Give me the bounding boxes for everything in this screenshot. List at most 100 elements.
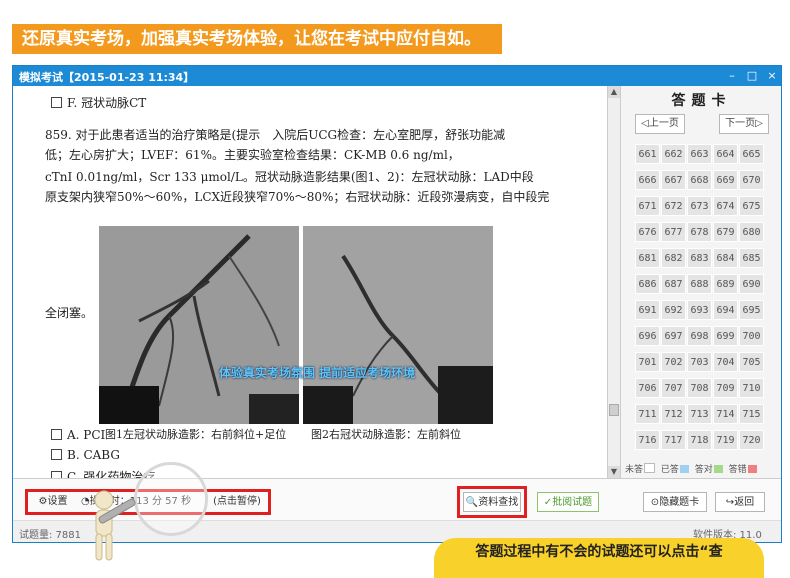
answer-cell[interactable]: 673 bbox=[687, 196, 712, 216]
answer-cell[interactable]: 695 bbox=[739, 300, 764, 320]
circle-dot-icon: ⊙ bbox=[650, 497, 660, 508]
minimize-button[interactable]: – bbox=[723, 68, 741, 84]
option-f[interactable]: F. 冠状动脉CT bbox=[51, 94, 146, 111]
question-panel: F. 冠状动脉CT 859. 对于此患者适当的治疗策略是(提示 入院后UCG检查… bbox=[13, 86, 607, 478]
answer-cell[interactable]: 707 bbox=[661, 378, 686, 398]
answer-cell[interactable]: 689 bbox=[713, 274, 738, 294]
answer-cell[interactable]: 697 bbox=[661, 326, 686, 346]
answer-cell[interactable]: 690 bbox=[739, 274, 764, 294]
answer-cell[interactable]: 701 bbox=[635, 352, 660, 372]
close-button[interactable]: × bbox=[763, 68, 781, 84]
answer-cell[interactable]: 702 bbox=[661, 352, 686, 372]
answer-cell[interactable]: 682 bbox=[661, 248, 686, 268]
answer-cell[interactable]: 706 bbox=[635, 378, 660, 398]
answer-cell[interactable]: 681 bbox=[635, 248, 660, 268]
answer-cell[interactable]: 680 bbox=[739, 222, 764, 242]
watermark-text: 体验真实考场氛围 提前适应考场环境 bbox=[219, 366, 416, 380]
answer-cell[interactable]: 662 bbox=[661, 144, 686, 164]
answer-cell[interactable]: 691 bbox=[635, 300, 660, 320]
scroll-down-icon[interactable]: ▼ bbox=[608, 466, 620, 478]
answer-cell[interactable]: 705 bbox=[739, 352, 764, 372]
tip-callout: 答题过程中有不会的试题还可以点击“查 bbox=[434, 538, 764, 578]
answer-sheet: 答题卡 ◁上一页 下一页▷ 661 662 663 664 665 666 667 668 66… bbox=[620, 86, 781, 478]
question-scrollbar[interactable]: ▲ ▼ bbox=[607, 86, 620, 478]
answer-cell[interactable]: 709 bbox=[713, 378, 738, 398]
answer-cell[interactable]: 700 bbox=[739, 326, 764, 346]
answer-sheet-heading: 答题卡 bbox=[671, 93, 732, 109]
maximize-button[interactable]: □ bbox=[743, 68, 761, 84]
answer-cell[interactable]: 716 bbox=[635, 430, 660, 450]
legend-label: 答错 bbox=[728, 465, 747, 475]
answer-cell[interactable]: 699 bbox=[713, 326, 738, 346]
settings-button[interactable]: ⚙设置 bbox=[33, 492, 73, 512]
answer-cell[interactable]: 667 bbox=[661, 170, 686, 190]
answer-cell[interactable]: 688 bbox=[687, 274, 712, 294]
answer-cell[interactable]: 672 bbox=[661, 196, 686, 216]
answer-cell[interactable]: 708 bbox=[687, 378, 712, 398]
answer-cell[interactable]: 710 bbox=[739, 378, 764, 398]
legend-swatch bbox=[747, 465, 757, 473]
answer-cell[interactable]: 714 bbox=[713, 404, 738, 424]
hide-sheet-button[interactable]: ⊙隐藏题卡 bbox=[643, 492, 707, 512]
answer-cell[interactable]: 674 bbox=[713, 196, 738, 216]
answer-cell[interactable]: 684 bbox=[713, 248, 738, 268]
angiogram-figure-1 bbox=[99, 226, 299, 424]
answer-cell[interactable]: 693 bbox=[687, 300, 712, 320]
answer-cell[interactable]: 683 bbox=[687, 248, 712, 268]
legend-label: 已答 bbox=[660, 465, 679, 475]
option-c[interactable]: C. 强化药物治疗 bbox=[51, 468, 155, 478]
next-page-button[interactable]: 下一页▷ bbox=[719, 114, 769, 134]
answer-cell[interactable]: 719 bbox=[713, 430, 738, 450]
answer-cell[interactable]: 686 bbox=[635, 274, 660, 294]
answer-cell[interactable]: 712 bbox=[661, 404, 686, 424]
answer-cell[interactable]: 687 bbox=[661, 274, 686, 294]
answer-cell[interactable]: 718 bbox=[687, 430, 712, 450]
answer-cell[interactable]: 675 bbox=[739, 196, 764, 216]
answer-cell[interactable]: 666 bbox=[635, 170, 660, 190]
answer-cell[interactable]: 678 bbox=[687, 222, 712, 242]
answer-cell[interactable]: 694 bbox=[713, 300, 738, 320]
mascot-figure-icon bbox=[94, 490, 136, 561]
answer-cell[interactable]: 679 bbox=[713, 222, 738, 242]
answer-cell[interactable]: 698 bbox=[687, 326, 712, 346]
option-checkbox[interactable] bbox=[51, 97, 62, 108]
answer-cell[interactable]: 670 bbox=[739, 170, 764, 190]
answer-cell[interactable]: 713 bbox=[687, 404, 712, 424]
grade-button[interactable]: ✓批阅试题 bbox=[537, 492, 599, 512]
answer-cell[interactable]: 717 bbox=[661, 430, 686, 450]
answer-cell[interactable]: 676 bbox=[635, 222, 660, 242]
answer-cell[interactable]: 720 bbox=[739, 430, 764, 450]
answer-cell[interactable]: 677 bbox=[661, 222, 686, 242]
question-stem-line: 859. 对于此患者适当的治疗策略是(提示 入院后UCG检查：左心室肥厚，舒张功… bbox=[45, 128, 506, 142]
option-b[interactable]: B. CABG bbox=[51, 448, 120, 462]
promo-banner: 还原真实考场，加强真实考场体验，让您在考试中应付自如。 bbox=[12, 24, 502, 54]
answer-legend: 未答 已答 答对 答错 bbox=[625, 462, 760, 475]
window-title: 模拟考试【2015-01-23 11:34】 bbox=[19, 71, 195, 84]
answer-cell[interactable]: 704 bbox=[713, 352, 738, 372]
pause-timer-button[interactable]: (点击暂停) bbox=[209, 492, 265, 512]
option-checkbox[interactable] bbox=[51, 449, 62, 460]
scroll-thumb[interactable] bbox=[609, 404, 619, 416]
answer-cell[interactable]: 668 bbox=[687, 170, 712, 190]
answer-cell[interactable]: 661 bbox=[635, 144, 660, 164]
answer-cell[interactable]: 696 bbox=[635, 326, 660, 346]
scroll-up-icon[interactable]: ▲ bbox=[608, 86, 620, 98]
answer-cell[interactable]: 671 bbox=[635, 196, 660, 216]
option-a[interactable]: A. PCI bbox=[51, 428, 105, 442]
answer-cell[interactable]: 711 bbox=[635, 404, 660, 424]
answer-cell[interactable]: 715 bbox=[739, 404, 764, 424]
answer-cell[interactable]: 664 bbox=[713, 144, 738, 164]
legend-label: 未答 bbox=[625, 465, 644, 475]
figure-2-caption: 图2右冠状动脉造影：左前斜位 bbox=[311, 428, 461, 441]
answer-cell[interactable]: 665 bbox=[739, 144, 764, 164]
answer-cell[interactable]: 663 bbox=[687, 144, 712, 164]
answer-cell[interactable]: 692 bbox=[661, 300, 686, 320]
lookup-button[interactable]: 🔍资料查找 bbox=[463, 492, 521, 512]
prev-page-button[interactable]: ◁上一页 bbox=[635, 114, 685, 134]
back-button[interactable]: ↪返回 bbox=[715, 492, 765, 512]
answer-cell[interactable]: 703 bbox=[687, 352, 712, 372]
answer-cell[interactable]: 685 bbox=[739, 248, 764, 268]
answer-cell[interactable]: 669 bbox=[713, 170, 738, 190]
option-checkbox[interactable] bbox=[51, 429, 62, 440]
option-checkbox[interactable] bbox=[51, 471, 62, 478]
